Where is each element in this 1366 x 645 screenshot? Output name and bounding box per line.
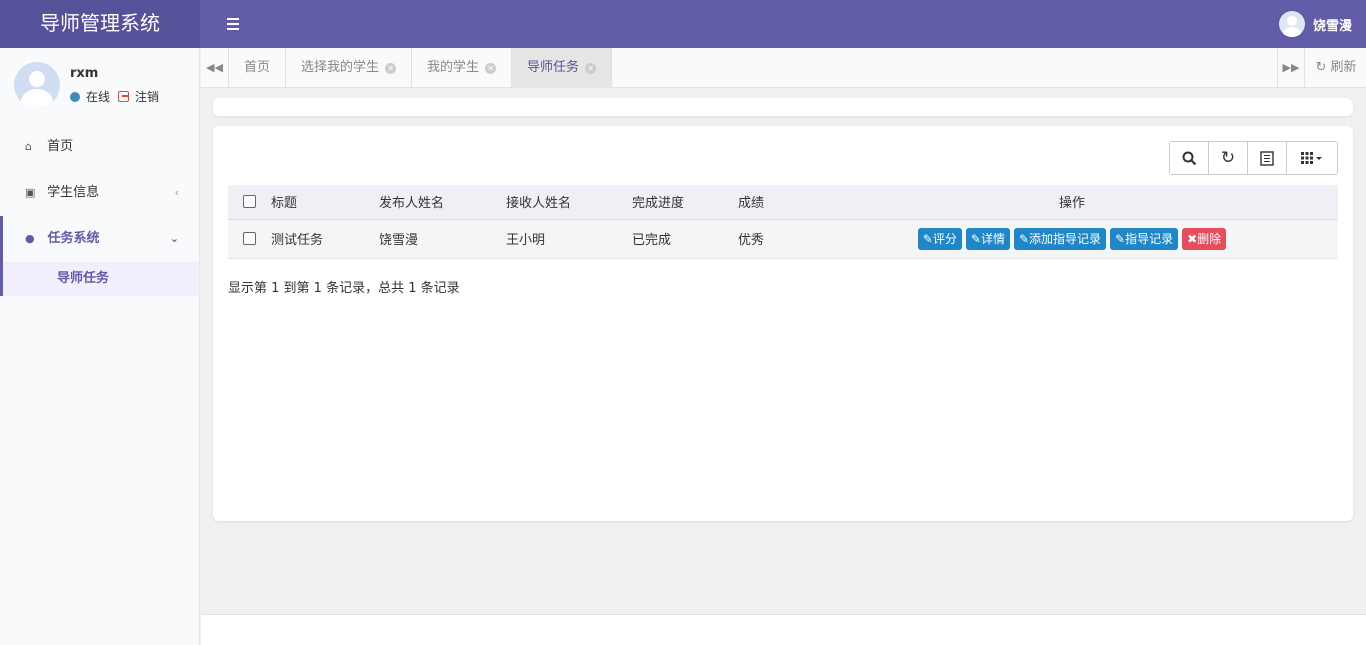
tab-scroll-right-button[interactable]: ▶▶: [1277, 48, 1305, 88]
tab-scroll-left-button[interactable]: ◀◀: [201, 48, 229, 88]
refresh-tab-button[interactable]: ↻ 刷新: [1307, 48, 1365, 88]
close-icon[interactable]: ✕: [385, 62, 397, 74]
button-label: 详情: [980, 231, 1005, 246]
columns-icon: [1301, 152, 1322, 164]
close-icon: ✖: [1187, 231, 1198, 246]
id-card-icon: ▣: [25, 186, 36, 199]
page-footer: [201, 614, 1366, 645]
row-select-cell: [228, 219, 271, 259]
chevron-down-icon: ⌄: [169, 232, 179, 245]
publisher-cell: 饶雪漫: [379, 219, 506, 259]
select-all-checkbox[interactable]: [243, 195, 256, 209]
table-refresh-button[interactable]: ↻: [1209, 142, 1248, 174]
close-icon[interactable]: ✕: [485, 62, 497, 74]
columns-dropdown-button[interactable]: [1287, 142, 1337, 174]
user-avatar: [1278, 11, 1305, 37]
pagination-info: 显示第 1 到第 1 条记录，总共 1 条记录: [228, 281, 460, 296]
tab-label: 我的学生: [427, 60, 480, 75]
select-all-header: [228, 185, 271, 220]
guidance-records-button[interactable]: ✎指导记录: [1110, 227, 1179, 250]
chevron-left-icon: ‹: [174, 186, 179, 199]
column-header[interactable]: 成绩: [738, 185, 806, 220]
column-header[interactable]: 发布人姓名: [379, 185, 506, 220]
score-cell: 优秀: [738, 219, 806, 259]
tint-icon: ●: [25, 232, 35, 245]
tab-my-students[interactable]: 我的学生 ✕: [412, 48, 513, 88]
column-header[interactable]: 标题: [271, 185, 379, 220]
sidebar-item-label: 任务系统: [47, 231, 100, 246]
user-menu[interactable]: 饶雪漫: [1278, 10, 1352, 38]
details-button[interactable]: ✎详情: [965, 227, 1010, 250]
top-navbar: 导师管理系统 饶雪漫: [0, 0, 1366, 48]
column-header: 操作: [806, 185, 1338, 220]
row-checkbox[interactable]: [243, 232, 256, 245]
add-guidance-record-button[interactable]: ✎添加指导记录: [1013, 227, 1107, 250]
edit-icon: ✎: [970, 231, 981, 246]
tab-home[interactable]: 首页: [229, 48, 287, 88]
tab-select-students[interactable]: 选择我的学生 ✕: [286, 48, 413, 88]
search-toggle-button[interactable]: [1170, 142, 1209, 174]
column-header[interactable]: 接收人姓名: [506, 185, 632, 220]
button-label: 删除: [1197, 231, 1222, 246]
sidebar-username: rxm: [70, 66, 99, 81]
actions-cell: ✎评分 ✎详情 ✎添加指导记录 ✎指导记录 ✖删除: [806, 219, 1338, 259]
tab-label: 导师任务: [527, 60, 580, 75]
grade-button[interactable]: ✎评分: [917, 227, 962, 250]
app-logo[interactable]: 导师管理系统: [0, 0, 200, 48]
table-toolbar: ↻: [1169, 141, 1338, 175]
logout-icon[interactable]: [118, 91, 130, 102]
task-submenu: 导师任务: [0, 262, 199, 296]
receiver-cell: 王小明: [506, 219, 632, 259]
sidebar-toggle-button[interactable]: [220, 14, 246, 34]
progress-cell: 已完成: [632, 219, 738, 259]
refresh-icon: ↻: [1220, 148, 1236, 168]
task-title-cell: 测试任务: [271, 219, 379, 259]
sidebar-item-student-info[interactable]: ▣ 学生信息 ‹: [0, 170, 199, 216]
home-icon: ⌂: [25, 140, 32, 153]
edit-icon: ✎: [1115, 231, 1126, 246]
tabs-bar: ◀◀ 首页 选择我的学生 ✕ 我的学生 ✕ 导师任务 ✕ ▶▶ ↻ 刷新: [201, 48, 1366, 88]
table-header-row: 标题 发布人姓名 接收人姓名 完成进度 成绩 操作: [228, 185, 1338, 220]
button-label: 评分: [932, 231, 957, 246]
button-label: 添加指导记录: [1029, 231, 1102, 246]
edit-icon: ✎: [922, 231, 933, 246]
close-icon[interactable]: ✕: [585, 62, 597, 74]
sidebar: rxm 在线 注销 ⌂ 首页 ▣ 学生信息 ‹ ● 任务系统 ⌄ 导师任务: [0, 48, 200, 645]
refresh-label: 刷新: [1330, 60, 1357, 75]
online-dot-icon: [70, 91, 80, 102]
user-status: 在线 注销: [70, 88, 159, 105]
sidebar-item-label: 学生信息: [47, 185, 100, 200]
search-icon: [1182, 151, 1196, 165]
sidebar-subitem-tutor-tasks[interactable]: 导师任务: [3, 262, 199, 296]
page-tabs: 首页 选择我的学生 ✕ 我的学生 ✕ 导师任务 ✕: [229, 48, 613, 88]
sidebar-item-task-system[interactable]: ● 任务系统 ⌄: [0, 216, 199, 262]
tab-tutor-tasks[interactable]: 导师任务 ✕: [512, 48, 613, 88]
table-row: 测试任务 饶雪漫 王小明 已完成 优秀 ✎评分 ✎详情 ✎添加指导记录 ✎指导记…: [228, 219, 1338, 259]
search-box-panel: [213, 98, 1353, 116]
sidebar-avatar: [14, 62, 60, 108]
toggle-view-button[interactable]: [1248, 142, 1287, 174]
user-panel: rxm 在线 注销: [14, 62, 194, 112]
button-label: 指导记录: [1125, 231, 1174, 246]
header-username: 饶雪漫: [1312, 18, 1352, 34]
logout-link[interactable]: 注销: [135, 88, 159, 105]
tab-label: 选择我的学生: [301, 60, 380, 75]
tab-label: 首页: [244, 60, 271, 75]
list-icon: [1260, 150, 1274, 166]
online-label: 在线: [86, 90, 111, 104]
sidebar-menu: ⌂ 首页 ▣ 学生信息 ‹ ● 任务系统 ⌄ 导师任务: [0, 124, 199, 296]
task-table-panel: ↻ 标题 发布人姓名 接收人姓名 完成进度 成绩 操作 测试任务 饶雪漫 王小明…: [213, 126, 1353, 521]
task-table: 标题 发布人姓名 接收人姓名 完成进度 成绩 操作 测试任务 饶雪漫 王小明 已…: [228, 185, 1338, 259]
column-header[interactable]: 完成进度: [632, 185, 738, 220]
delete-button[interactable]: ✖删除: [1182, 227, 1227, 250]
sidebar-item-home[interactable]: ⌂ 首页: [0, 124, 199, 170]
edit-icon: ✎: [1018, 231, 1030, 246]
sidebar-item-label: 首页: [47, 139, 74, 154]
refresh-icon: ↻: [1315, 60, 1327, 75]
